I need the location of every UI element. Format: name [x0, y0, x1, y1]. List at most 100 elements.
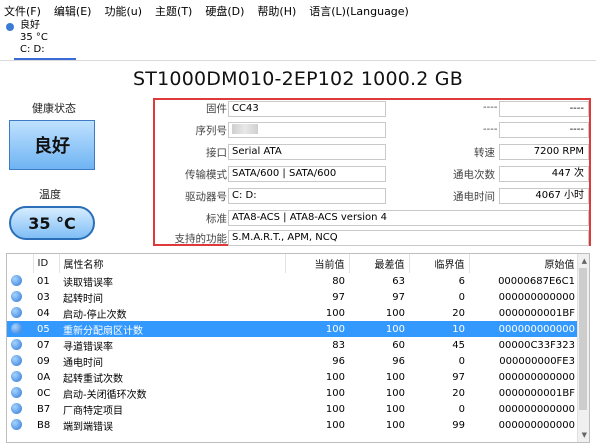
menu-help[interactable]: 帮助(H): [257, 3, 296, 19]
table-row[interactable]: 07 寻道错误率 83 60 45 00000C33F323: [7, 337, 579, 353]
cell-current: 100: [325, 387, 345, 399]
status-dot-icon: [11, 323, 22, 335]
table-row-selected[interactable]: 05 重新分配扇区计数 100 100 10 000000000000: [7, 321, 579, 337]
table-row[interactable]: 04 启动-停止次数 100 100 20 0000000001BF: [7, 305, 579, 321]
cell-threshold: 10: [409, 321, 469, 337]
cell-current: 80: [332, 275, 345, 287]
menu-theme[interactable]: 主题(T): [155, 3, 192, 19]
cell-name: 重新分配扇区计数: [59, 321, 285, 337]
status-dot-icon: [11, 419, 22, 431]
cell-worst: 100: [349, 321, 409, 337]
dash-field-2: ----: [499, 101, 589, 117]
header-raw[interactable]: 原始值: [469, 254, 580, 273]
menu-bar: 文件(F) 编辑(E) 功能(u) 主题(T) 硬盘(D) 帮助(H) 语言(L…: [0, 0, 596, 22]
temperature-indicator: 35 °C: [9, 206, 95, 240]
transfer-label: 传输模式: [185, 169, 227, 181]
dash-field-1: ----: [483, 102, 498, 113]
scrollbar-thumb[interactable]: [579, 268, 587, 410]
scroll-up-icon[interactable]: ▲: [582, 257, 587, 265]
serial-field: [228, 122, 386, 138]
cell-current: 100: [325, 419, 345, 431]
cell-name: 起转重试次数: [63, 373, 123, 385]
table-row[interactable]: B8 端到端错误 100 100 99 000000000000: [7, 417, 579, 433]
scroll-down-icon[interactable]: ▼: [582, 431, 587, 439]
menu-disk[interactable]: 硬盘(D): [205, 3, 244, 19]
interface-label: 接口: [206, 147, 227, 159]
header-current[interactable]: 当前值: [285, 254, 350, 273]
firmware-field: CC43: [228, 101, 386, 117]
cell-threshold: 0: [458, 291, 465, 303]
table-row[interactable]: 0A 起转重试次数 100 100 97 000000000000: [7, 369, 579, 385]
cell-worst: 100: [385, 307, 405, 319]
status-dot-icon: [11, 387, 22, 399]
dash-field-3: ----: [483, 124, 498, 135]
cell-id: 04: [37, 307, 50, 319]
standard-field: ATA8-ACS | ATA8-ACS version 4: [228, 210, 589, 226]
table-row[interactable]: B7 厂商特定项目 100 100 0 000000000000: [7, 401, 579, 417]
cell-current: 83: [332, 339, 345, 351]
cell-id: 01: [37, 275, 50, 287]
drive-title: ST1000DM010-2EP102 1000.2 GB: [133, 68, 463, 90]
health-status-button[interactable]: 良好: [9, 120, 95, 170]
cell-name: 端到端错误: [63, 421, 113, 433]
power-hours-field: 4067 小时: [499, 188, 589, 204]
divider: [0, 60, 596, 61]
cell-id: B7: [37, 403, 51, 415]
cell-threshold: 45: [452, 339, 465, 351]
cell-raw: 00000C33F323: [498, 339, 575, 351]
cell-threshold: 0: [458, 355, 465, 367]
header-status[interactable]: [7, 254, 34, 273]
cell-current: 100: [325, 403, 345, 415]
table-row[interactable]: 09 通电时间 96 96 0 000000000FE3: [7, 353, 579, 369]
drive-tab-temp: 35 °C: [20, 32, 48, 43]
cell-current: 100: [325, 307, 345, 319]
drive-tab-letters: C: D:: [20, 44, 45, 55]
smart-attribute-table[interactable]: ID 属性名称 当前值 最差值 临界值 原始值 01 读取错误率 80 63 6…: [6, 253, 590, 443]
cell-threshold: 6: [458, 275, 465, 287]
table-header: ID 属性名称 当前值 最差值 临界值 原始值: [7, 254, 580, 273]
cell-raw: 000000000000: [498, 419, 575, 431]
header-threshold[interactable]: 临界值: [409, 254, 470, 273]
cell-worst: 60: [392, 339, 405, 351]
serial-redacted: [232, 124, 258, 134]
cell-worst: 96: [392, 355, 405, 367]
status-dot-icon: [11, 403, 22, 415]
menu-function[interactable]: 功能(u): [104, 3, 142, 19]
info-panel: 固件 CC43 ---- ---- 序列号 ---- ---- 接口 Seria…: [153, 98, 591, 246]
cell-worst: 100: [385, 387, 405, 399]
cell-worst: 97: [392, 291, 405, 303]
header-worst[interactable]: 最差值: [349, 254, 410, 273]
table-row[interactable]: 01 读取错误率 80 63 6 00000687E6C1: [7, 273, 579, 289]
status-dot-icon: [11, 291, 22, 303]
cell-raw: 00000687E6C1: [498, 275, 575, 287]
cell-raw: 000000000FE3: [499, 355, 575, 367]
cell-raw: 0000000001BF: [498, 307, 575, 319]
table-row[interactable]: 0C 启动-关闭循环次数 100 100 20 0000000001BF: [7, 385, 579, 401]
cell-current: 100: [285, 321, 349, 337]
interface-field: Serial ATA: [228, 144, 386, 160]
drive-tab[interactable]: 良好 35 °C C: D:: [6, 20, 72, 60]
menu-edit[interactable]: 编辑(E): [54, 3, 92, 19]
table-row[interactable]: 03 起转时间 97 97 0 000000000000: [7, 289, 579, 305]
cell-current: 100: [325, 371, 345, 383]
cell-current: 97: [332, 291, 345, 303]
cell-name: 启动-停止次数: [63, 309, 127, 321]
drive-letter-field: C: D:: [228, 188, 386, 204]
cell-id: 07: [37, 339, 50, 351]
header-name[interactable]: 属性名称: [59, 254, 286, 273]
cell-current: 96: [332, 355, 345, 367]
menu-file[interactable]: 文件(F): [4, 3, 41, 19]
features-label: 支持的功能: [174, 233, 228, 245]
cell-name: 启动-关闭循环次数: [63, 389, 147, 401]
vertical-scrollbar[interactable]: ▲ ▼: [577, 254, 589, 442]
cell-threshold: 99: [452, 419, 465, 431]
cell-worst: 63: [392, 275, 405, 287]
drive-letter-label: 驱动器号: [185, 191, 227, 203]
cell-worst: 100: [385, 371, 405, 383]
cell-raw: 000000000000: [498, 371, 575, 383]
header-id[interactable]: ID: [33, 254, 60, 273]
cell-raw: 0000000001BF: [498, 387, 575, 399]
menu-language[interactable]: 语言(L)(Language): [309, 3, 409, 19]
rotation-field: 7200 RPM: [499, 144, 589, 160]
drive-status-icon: [6, 23, 14, 31]
